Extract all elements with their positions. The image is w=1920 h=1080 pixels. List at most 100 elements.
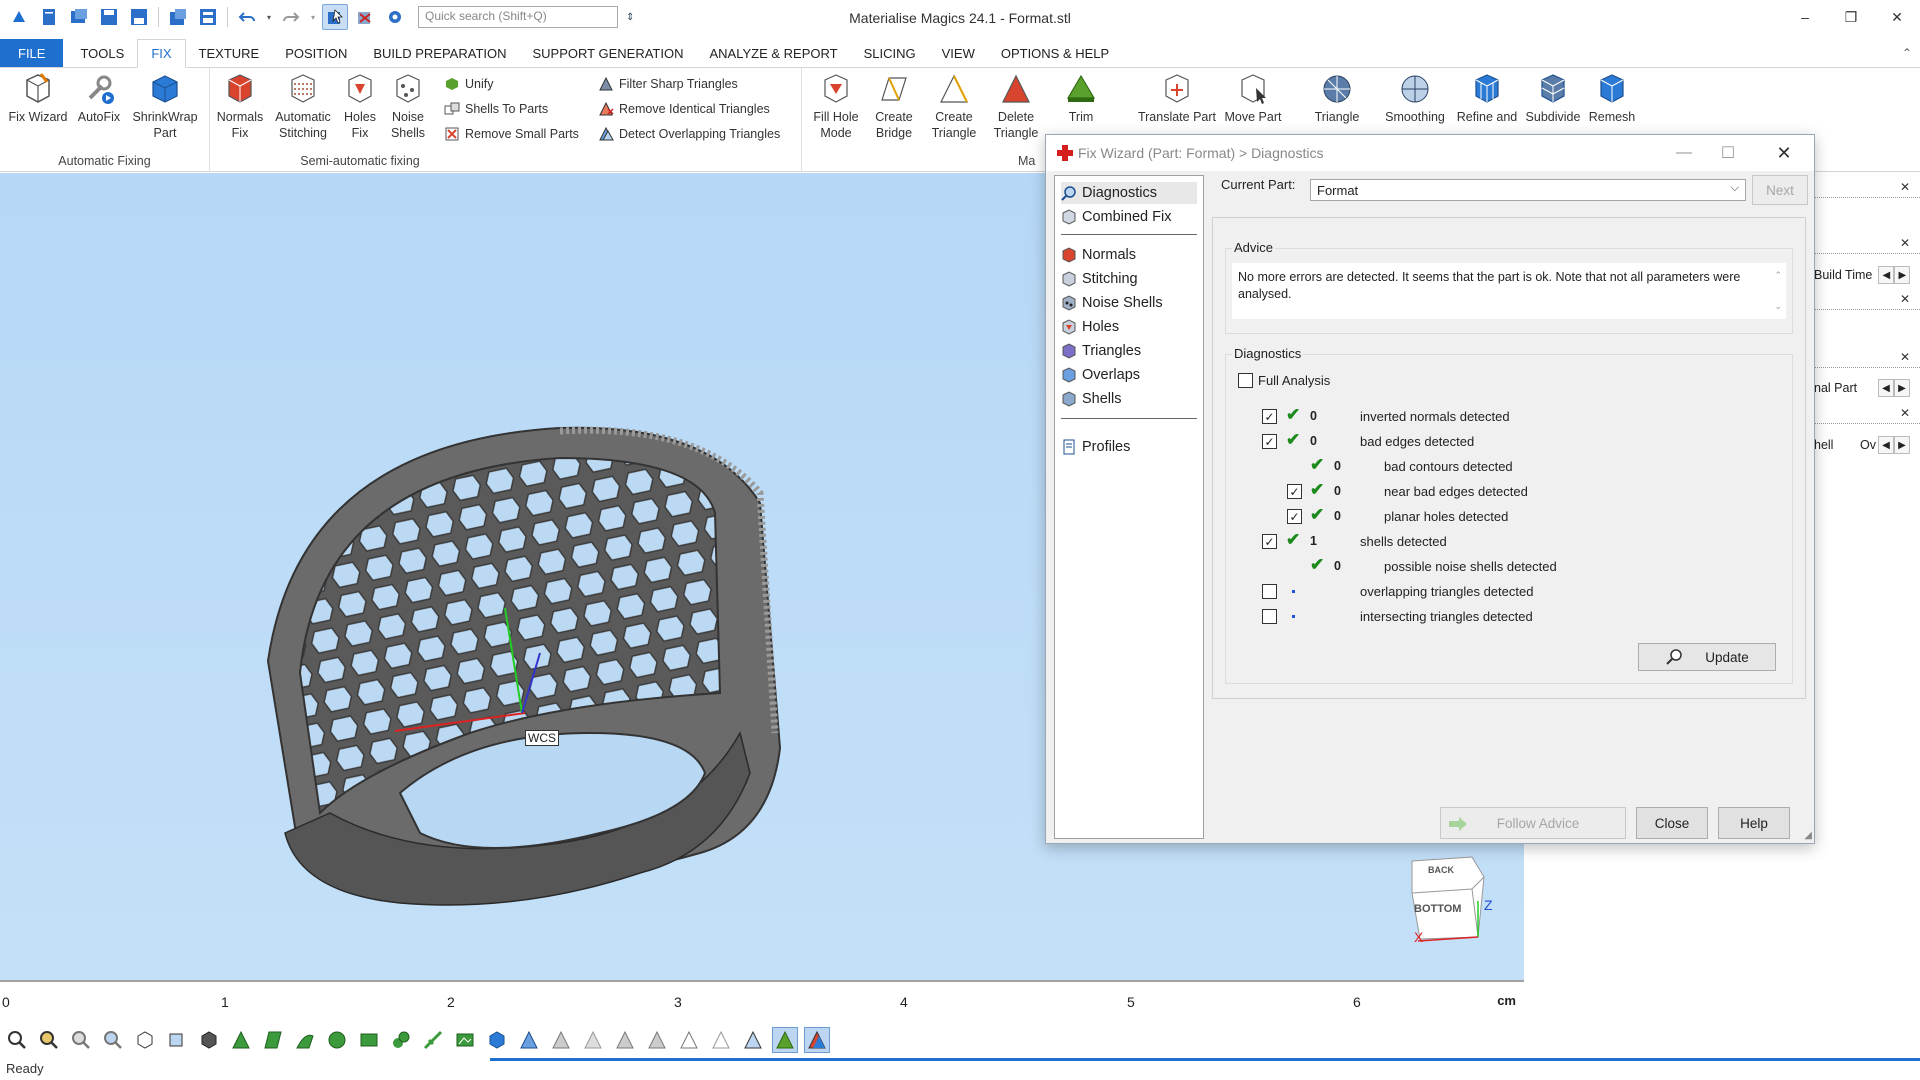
current-part-select[interactable]: Format ⌵ [1310,179,1746,201]
help-button[interactable]: Help [1718,807,1790,839]
dialog-title-bar[interactable]: Fix Wizard (Part: Format) > Diagnostics … [1046,135,1814,171]
zoom-fit-icon[interactable] [68,1027,94,1053]
remesh-button[interactable]: Remesh [1586,72,1638,125]
automatic-stitching-button[interactable]: Automatic Stitching [270,72,336,141]
detect-overlapping-triangles-button[interactable]: Detect Overlapping Triangles [598,123,780,145]
tab-tools[interactable]: TOOLS [67,39,137,67]
full-analysis-checkbox[interactable] [1238,373,1253,388]
nav-item-diagnostics[interactable]: Diagnostics [1061,182,1197,204]
shaded-triangle-icon[interactable] [804,1027,830,1053]
select-part-icon[interactable] [322,4,348,30]
tab-slicing[interactable]: SLICING [851,39,929,67]
view-cube-bottom[interactable]: BOTTOM [1414,903,1461,915]
tab-support-generation[interactable]: SUPPORT GENERATION [520,39,697,67]
remove-identical-triangles-button[interactable]: Remove Identical Triangles [598,98,770,120]
perspective-icon[interactable] [164,1027,190,1053]
row-checkbox-intersecting[interactable] [1262,609,1277,624]
nav-item-stitching[interactable]: Stitching [1061,268,1138,290]
ribbon-collapse-icon[interactable]: ⌃ [1902,46,1912,60]
scroll-right-icon[interactable]: ▶ [1894,379,1910,397]
close-panel-icon[interactable]: ✕ [1900,406,1910,420]
minimize-button[interactable]: – [1782,0,1828,34]
visible-triangles-icon[interactable] [676,1027,702,1053]
tab-analyze-report[interactable]: ANALYZE & REPORT [696,39,850,67]
magics-logo-icon[interactable] [6,4,32,30]
row-checkbox-bad-edges[interactable]: ✓ [1262,434,1277,449]
view-direction-icon[interactable] [132,1027,158,1053]
mark-triangle-icon[interactable] [228,1027,254,1053]
mark-connected-icon[interactable] [388,1027,414,1053]
scroll-left-icon[interactable]: ◀ [1878,266,1895,284]
restore-button[interactable]: ❐ [1828,0,1874,34]
nav-item-holes[interactable]: Holes [1061,316,1119,338]
normals-fix-button[interactable]: Normals Fix [212,72,268,141]
move-part-button[interactable]: Move Part [1218,72,1288,125]
tab-file[interactable]: FILE [0,39,64,67]
view-cube-back[interactable]: BACK [1428,865,1454,875]
close-panel-icon[interactable]: ✕ [1900,292,1910,306]
autofix-button[interactable]: AutoFix [72,72,126,125]
save-all-icon[interactable] [195,4,221,30]
redo-dropdown-icon[interactable]: ▾ [308,4,318,30]
mark-map-icon[interactable] [452,1027,478,1053]
deselect-part-icon[interactable] [352,4,378,30]
follow-advice-button[interactable]: Follow Advice [1440,807,1626,839]
tab-position[interactable]: POSITION [272,39,360,67]
nav-item-combined-fix[interactable]: Combined Fix [1061,206,1171,228]
refine-and-smooth-button[interactable]: Refine and [1454,72,1520,125]
nav-item-triangles[interactable]: Triangles [1061,340,1141,362]
scroll-right-icon[interactable]: ▶ [1894,436,1910,454]
save-project-icon[interactable] [165,4,191,30]
unify-button[interactable]: Unify [444,73,493,95]
undo-icon[interactable] [234,4,260,30]
tab-fix[interactable]: FIX [137,39,186,68]
nav-item-shells[interactable]: Shells [1061,388,1122,410]
tab-options-help[interactable]: OPTIONS & HELP [988,39,1122,67]
row-checkbox-shells[interactable]: ✓ [1262,534,1277,549]
row-checkbox-near-bad-edges[interactable]: ✓ [1287,484,1302,499]
zoom-icon[interactable] [4,1027,30,1053]
fix-wizard-button[interactable]: Fix Wizard [6,72,70,125]
trim-button[interactable]: Trim [1056,72,1106,125]
mark-rectangle-icon[interactable] [356,1027,382,1053]
row-checkbox-inverted-normals[interactable]: ✓ [1262,409,1277,424]
update-button[interactable]: Update [1638,643,1776,671]
mark-shell-icon[interactable] [324,1027,350,1053]
shrink-mark-icon[interactable] [580,1027,606,1053]
close-window-button[interactable]: ✕ [1874,0,1920,34]
nav-item-normals[interactable]: Normals [1061,244,1136,266]
tab-view[interactable]: VIEW [929,39,988,67]
nav-item-profiles[interactable]: Profiles [1061,436,1130,458]
new-file-icon[interactable] [36,4,62,30]
close-button[interactable]: Close [1636,807,1708,839]
advice-scrollbar[interactable]: ⌃ ⌄ [1774,267,1782,315]
zoom-window-icon[interactable] [36,1027,62,1053]
tab-build-preparation[interactable]: BUILD PREPARATION [360,39,519,67]
triangle-wireframe-icon[interactable] [740,1027,766,1053]
shrinkwrap-button[interactable]: ShrinkWrap Part [128,72,202,141]
nav-item-noise-shells[interactable]: Noise Shells [1061,292,1163,314]
smoothing-button[interactable]: Smoothing [1378,72,1452,125]
expand-mark-icon[interactable] [548,1027,574,1053]
filter-sharp-triangles-button[interactable]: Filter Sharp Triangles [598,73,738,95]
view-cube[interactable]: BACK BOTTOM Z X [1408,853,1493,945]
noise-shells-button[interactable]: Noise Shells [384,72,432,141]
create-triangle-button[interactable]: Create Triangle [924,72,984,141]
scroll-left-icon[interactable]: ◀ [1878,436,1894,454]
nav-item-overlaps[interactable]: Overlaps [1061,364,1140,386]
part-tool-icon[interactable] [484,1027,510,1053]
create-bridge-button[interactable]: Create Bridge [866,72,922,141]
dialog-maximize-icon[interactable]: ☐ [1708,141,1748,165]
search-dropdown-icon[interactable]: ⇕ [626,12,634,23]
dialog-minimize-icon[interactable]: — [1664,141,1704,165]
hidden-triangles-icon[interactable] [708,1027,734,1053]
translate-part-button[interactable]: Translate Part [1132,72,1222,125]
shells-to-parts-button[interactable]: Shells To Parts [444,98,548,120]
redo-icon[interactable] [278,4,304,30]
resize-grip-icon[interactable]: ◢ [1804,830,1812,841]
import-part-icon[interactable] [66,4,92,30]
fill-hole-mode-button[interactable]: Fill Hole Mode [806,72,866,141]
triangle-mode-icon[interactable] [772,1027,798,1053]
row-checkbox-overlapping[interactable] [1262,584,1277,599]
render-mode-icon[interactable] [196,1027,222,1053]
